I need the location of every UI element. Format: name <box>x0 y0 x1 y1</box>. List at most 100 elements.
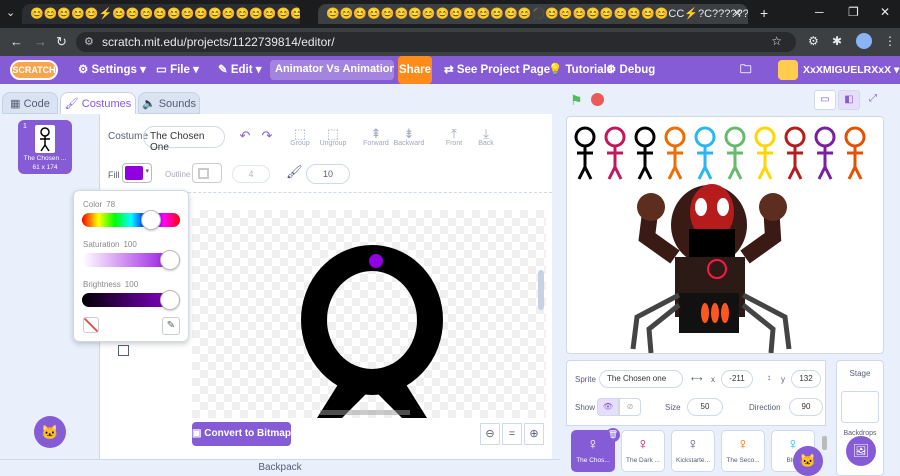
outline-label: Outline <box>165 170 191 179</box>
browser-tab[interactable]: 😊😊😊😊😊⚡😊😊😊😊😊😊😊😊😊😊😊😊😊😊 <box>22 4 300 24</box>
account-menu[interactable]: XxXMIGUELRXxX ▾ <box>803 56 899 84</box>
brightness-label-row: Brightness 100 <box>83 280 138 289</box>
forward-button[interactable]: ⇞ Forward <box>360 126 392 147</box>
direction-input[interactable]: 90 <box>789 398 823 416</box>
close-window-icon[interactable]: ✕ <box>880 5 890 19</box>
stick-figure <box>844 126 866 180</box>
sprite-tile-label: The Seco... <box>726 457 760 464</box>
url-field[interactable]: ⚙ scratch.mit.edu/projects/1122739814/ed… <box>76 32 796 52</box>
outline-color-swatch[interactable] <box>192 163 222 183</box>
tab-code[interactable]: ▦ Code <box>2 92 58 114</box>
eyedropper-icon[interactable]: ✎ <box>162 317 180 335</box>
my-stuff-folder-icon[interactable]: 🗀 <box>740 56 752 84</box>
zoom-reset-button[interactable]: = <box>502 423 522 445</box>
saturation-slider[interactable] <box>82 250 180 270</box>
stop-icon[interactable] <box>591 93 604 106</box>
project-title-input[interactable]: Animator Vs Animation Ve... <box>270 60 394 80</box>
browser-profile-avatar[interactable] <box>856 33 872 49</box>
zoom-in-button[interactable]: ⊕ <box>524 423 544 445</box>
sprite-list-scrollbar[interactable] <box>822 436 827 450</box>
close-tab-icon[interactable]: ✕ <box>733 7 742 20</box>
costume-name-input[interactable]: The Chosen One <box>143 126 225 153</box>
brightness-slider-knob[interactable] <box>160 290 180 310</box>
tab-title: 😊😊😊😊😊😊😊😊😊😊😊😊😊😊😊⚫😊😊😊😊😊😊😊😊😊CC⚡?C??????????… <box>326 8 748 20</box>
brightness-slider[interactable] <box>82 290 180 310</box>
group-button[interactable]: ⬚ Group <box>285 126 315 147</box>
sprite-name-input[interactable]: The Chosen one <box>599 370 683 388</box>
back-arrow-icon[interactable]: ← <box>10 34 23 49</box>
sprite-tile[interactable]: ♀ The Dark ... <box>621 430 665 472</box>
scratch-logo[interactable]: SCRATCH <box>10 60 58 80</box>
stage[interactable] <box>566 116 884 354</box>
paint-canvas[interactable] <box>192 210 546 418</box>
sprite-tile[interactable]: ♀ The Seco... <box>721 430 765 472</box>
settings-menu[interactable]: ⚙ Settings ▾ <box>78 56 146 84</box>
forward-arrow-icon[interactable]: → <box>34 34 47 49</box>
tab-sounds-label: Sounds <box>158 98 197 110</box>
tutorials-button[interactable]: 💡 Tutorials <box>548 56 613 84</box>
tab-sounds[interactable]: 🔈 Sounds <box>138 92 200 114</box>
green-flag-icon[interactable]: ⚑ <box>570 92 583 109</box>
delete-sprite-icon[interactable]: 🗑 <box>606 428 620 442</box>
tab-costumes[interactable]: 🖌 Costumes <box>60 92 136 114</box>
edit-menu[interactable]: ✎ Edit ▾ <box>218 56 262 84</box>
color-slider-knob[interactable] <box>140 210 161 230</box>
sprite-label: Sprite <box>575 375 596 384</box>
x-input[interactable]: -211 <box>721 370 753 388</box>
site-info-icon[interactable]: ⚙ <box>84 35 94 48</box>
undo-button[interactable]: ↶ <box>236 128 254 143</box>
back-button[interactable]: ⤓ Back <box>474 126 498 147</box>
y-input[interactable]: 132 <box>791 370 821 388</box>
costume-tile[interactable]: 1 The Chosen ... 61 x 174 <box>18 120 72 174</box>
redo-button[interactable]: ↷ <box>258 128 276 143</box>
new-tab-icon[interactable]: + <box>760 5 768 21</box>
convert-to-bitmap-button[interactable]: ▣ Convert to Bitmap <box>192 422 291 446</box>
backward-button[interactable]: ⇟ Backward <box>392 126 426 147</box>
choose-backdrop-button[interactable]: 🖼 <box>846 436 876 466</box>
browser-tab-active[interactable]: 😊😊😊😊😊😊😊😊😊😊😊😊😊😊😊⚫😊😊😊😊😊😊😊😊😊CC⚡?C??????????… <box>318 4 748 24</box>
rectangle-tool-icon[interactable] <box>118 345 129 356</box>
tab-search-chevron-icon[interactable]: ⌄ <box>6 6 15 19</box>
share-button[interactable]: Share <box>398 56 432 84</box>
extension-icon[interactable]: ⚙ <box>808 34 819 48</box>
user-avatar[interactable] <box>778 60 798 80</box>
costume-number: 1 <box>23 123 27 130</box>
debug-button[interactable]: ⚙ Debug <box>606 56 655 84</box>
show-visible-button[interactable]: 👁 <box>597 398 619 416</box>
browser-menu-icon[interactable]: ⋮ <box>884 34 896 48</box>
normal-stage-button[interactable]: ◧ <box>838 90 860 110</box>
fill-color-swatch[interactable]: ▾ <box>122 163 152 183</box>
outline-width-input[interactable]: 4 <box>232 165 270 183</box>
choose-sprite-button[interactable]: 🐱 <box>793 446 823 476</box>
sprite-tile-label: The Chos... <box>576 457 610 464</box>
sprite-thumbnail: ♀ <box>737 436 749 453</box>
canvas-scrollbar[interactable] <box>538 270 544 310</box>
bookmark-star-icon[interactable]: ☆ <box>771 34 782 48</box>
see-project-page-button[interactable]: ⇄ See Project Page <box>444 56 550 84</box>
sprite-tile[interactable]: ♀ Kickstarte... <box>671 430 715 472</box>
minimize-icon[interactable]: ─ <box>815 5 824 19</box>
url-text: scratch.mit.edu/projects/1122739814/edit… <box>102 35 335 49</box>
zoom-out-button[interactable]: ⊖ <box>480 423 500 445</box>
size-input[interactable]: 50 <box>687 398 723 416</box>
reload-icon[interactable]: ↻ <box>56 34 67 50</box>
ungroup-button[interactable]: ⬚ Ungroup <box>316 126 350 147</box>
stick-figure <box>814 126 836 180</box>
fullscreen-icon[interactable]: ⤢ <box>862 90 884 110</box>
front-button[interactable]: ⤒ Front <box>442 126 466 147</box>
add-costume-button[interactable]: 🐱 <box>34 416 66 448</box>
front-label: Front <box>445 140 463 147</box>
stick-figure <box>784 126 806 180</box>
file-menu[interactable]: ▭ File ▾ <box>156 56 199 84</box>
brush-size-input[interactable]: 10 <box>306 164 350 184</box>
hide-sprite-button[interactable]: ⊘ <box>619 398 641 416</box>
no-color-button[interactable] <box>83 317 99 333</box>
color-slider[interactable] <box>82 210 180 230</box>
backpack-bar[interactable]: Backpack <box>0 459 560 476</box>
saturation-slider-knob[interactable] <box>160 250 180 270</box>
small-stage-button[interactable]: ▭ <box>814 90 836 110</box>
ungroup-label: Ungroup <box>319 140 347 147</box>
stick-figure <box>574 126 596 180</box>
extensions-puzzle-icon[interactable]: ✱ <box>832 34 842 48</box>
maximize-icon[interactable]: ❐ <box>848 5 859 19</box>
